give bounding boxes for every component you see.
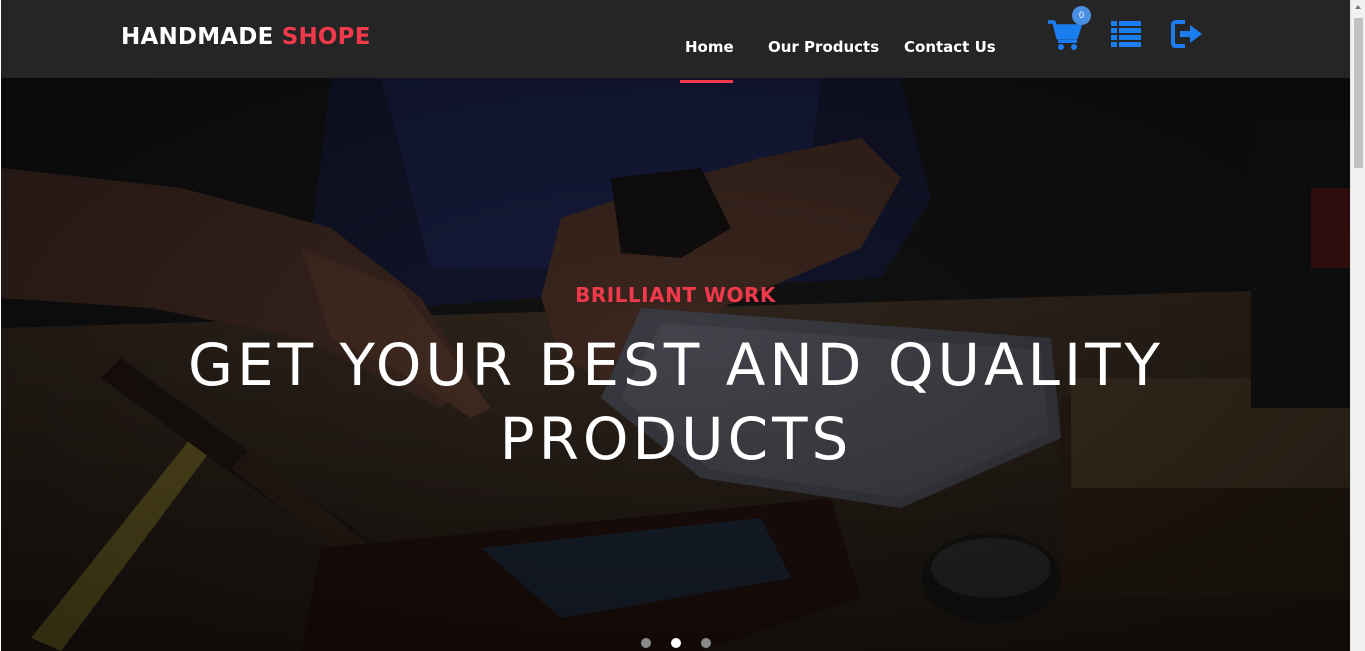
logout-icon[interactable] [1169,18,1205,52]
nav-home-link[interactable]: Home [685,38,734,56]
scroll-thumb[interactable] [1354,18,1363,168]
slider-dot-1[interactable] [641,638,651,648]
active-nav-indicator [680,80,733,83]
slider-dot-3[interactable] [701,638,711,648]
navbar: HANDMADE SHOPE Home Our Products Contact… [1,0,1350,78]
vertical-scrollbar[interactable] [1350,0,1365,651]
brand-main: HANDMADE [121,24,274,50]
slider-dot-2-active[interactable] [671,638,681,648]
nav-our-products-link[interactable]: Our Products [768,38,879,56]
page: HANDMADE SHOPE Home Our Products Contact… [1,0,1350,651]
nav-contact-us-link[interactable]: Contact Us [904,38,996,56]
list-icon[interactable] [1109,18,1145,52]
hero-subtitle: BRILLIANT WORK [575,283,776,307]
hero-slider: BRILLIANT WORK GET YOUR BEST AND QUALITY… [1,78,1350,651]
cart-count-badge: 0 [1072,6,1091,25]
hero-title: GET YOUR BEST AND QUALITY PRODUCTS [188,331,1164,473]
brand-accent: SHOPE [281,24,371,50]
scroll-up-arrow-icon[interactable] [1355,5,1361,9]
brand-logo[interactable]: HANDMADE SHOPE [121,24,371,50]
slider-dots [641,638,721,648]
